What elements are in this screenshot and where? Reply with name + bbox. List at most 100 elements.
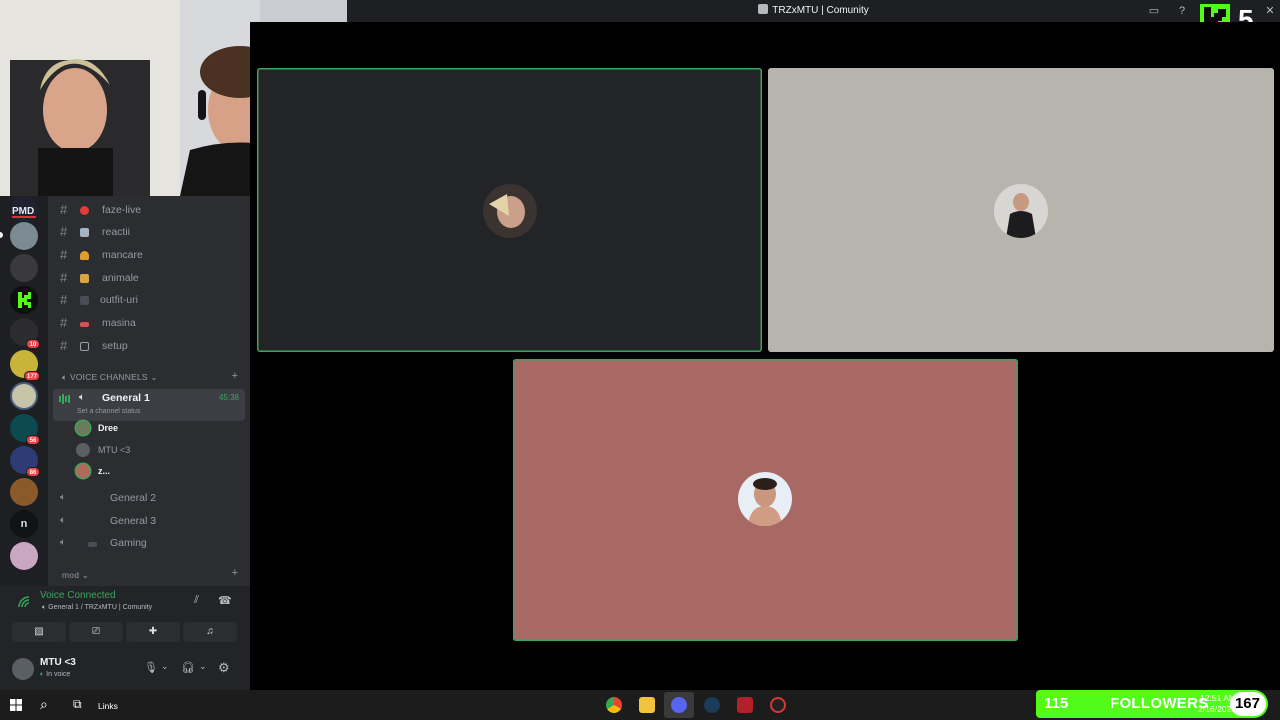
hash-icon: # <box>60 270 68 285</box>
channel-name: masina <box>102 317 136 329</box>
server-kick[interactable] <box>10 286 38 314</box>
server-icon <box>758 4 769 14</box>
discord-icon[interactable] <box>671 697 687 713</box>
voice-panel: Voice Connected 🔈︎ General 1 / TRZxMTU |… <box>0 586 250 690</box>
screen-share-button[interactable]: ⎚ <box>69 622 123 642</box>
channel-name: Gaming <box>110 537 147 549</box>
voice-connected-status[interactable]: Voice Connected <box>40 590 116 601</box>
username: MTU <3 <box>40 657 76 668</box>
server-3[interactable] <box>10 254 38 282</box>
channel-mancare[interactable]: # mancare <box>56 245 246 265</box>
clock-date: 2/16/2026 <box>1198 704 1236 714</box>
server-2[interactable] <box>10 222 38 250</box>
channel-list: # faze-live # reactii # mancare # animal… <box>48 196 250 586</box>
server-7[interactable] <box>10 382 38 410</box>
speaker-icon: 🔈︎ <box>42 604 47 611</box>
avatar <box>76 421 90 435</box>
channel-name: animale <box>102 272 139 284</box>
participant-tile[interactable] <box>768 68 1274 352</box>
obs-icon[interactable] <box>770 697 786 713</box>
server-10[interactable] <box>10 478 38 506</box>
add-channel-button[interactable]: + <box>232 567 238 579</box>
close-icon[interactable]: ✕ <box>1263 4 1277 18</box>
noise-suppression-icon[interactable]: ⫽ <box>194 594 199 607</box>
search-icon[interactable]: ⌕ <box>40 696 48 713</box>
speaking-bars-icon <box>59 394 70 404</box>
soundboard-button[interactable]: ♫ <box>183 622 237 642</box>
hash-icon: # <box>60 338 68 353</box>
camera-button[interactable]: ▨ <box>12 622 66 642</box>
voice-channel-general-3[interactable]: 🔈︎ General 3 <box>56 511 246 531</box>
activities-icon: ✚ <box>148 626 158 637</box>
headphones-icon[interactable]: 🎧︎ <box>181 661 195 674</box>
hash-icon: # <box>60 315 68 330</box>
channel-masina[interactable]: # masina <box>56 313 246 333</box>
voice-location-text: General 1 / TRZxMTU | Comunity <box>48 604 153 611</box>
task-view-icon[interactable]: ⧉ <box>73 697 82 712</box>
server-9[interactable]: 86 <box>10 446 40 477</box>
server-12[interactable] <box>10 542 38 570</box>
speaker-icon: 🔈︎ <box>62 372 68 382</box>
file-explorer-icon[interactable] <box>639 697 655 713</box>
add-channel-button[interactable]: + <box>232 370 238 382</box>
chevron-down-icon[interactable]: ⌄ <box>161 661 169 672</box>
channel-outfit-uri[interactable]: # outfit-uri <box>56 290 246 310</box>
shirt-icon <box>80 296 89 305</box>
voicemeeter-icon[interactable] <box>737 697 753 713</box>
voice-channel-gaming[interactable]: 🔈︎ Gaming <box>56 533 246 553</box>
disconnect-icon[interactable]: ☎ <box>218 594 232 607</box>
server-badge: 10 <box>26 339 40 349</box>
server-5[interactable]: 10 <box>10 318 40 349</box>
voice-channel-general-1[interactable]: 🔈︎ General 1 45:38 Set a channel status <box>53 389 245 421</box>
channel-animale[interactable]: # animale <box>56 268 246 288</box>
settings-gear-icon[interactable]: ⚙ <box>218 660 230 676</box>
title-bar: TRZxMTU | Comunity ▭ ? ✕ <box>347 0 1280 22</box>
speaker-icon: 🔈︎ <box>40 671 45 678</box>
participant-tile[interactable] <box>513 359 1018 641</box>
activities-button[interactable]: ✚ <box>126 622 180 642</box>
chevron-down-icon[interactable]: ⌄ <box>199 661 207 672</box>
unread-pill <box>0 232 3 238</box>
voice-location[interactable]: 🔈︎ General 1 / TRZxMTU | Comunity <box>42 604 152 612</box>
speaker-icon: 🔈︎ <box>60 492 66 503</box>
chevron-down-icon: ⌄ <box>150 372 158 382</box>
inbox-icon[interactable]: ▭ <box>1147 4 1161 18</box>
system-clock[interactable]: 12:51 AM 2/16/2026 <box>1196 693 1236 715</box>
participant-tile[interactable] <box>257 68 762 352</box>
channel-name: General 2 <box>110 492 157 504</box>
chrome-icon[interactable] <box>606 697 622 713</box>
avatar <box>76 443 90 457</box>
channel-faze-live[interactable]: # faze-live <box>56 200 246 220</box>
server-badge: 86 <box>26 467 40 477</box>
hash-icon: # <box>60 247 68 262</box>
channel-setup[interactable]: # setup <box>56 336 246 356</box>
server-badge: 177 <box>23 371 40 381</box>
channel-name: faze-live <box>102 204 142 216</box>
channel-name: General 1 <box>102 392 150 404</box>
call-timer: 45:38 <box>218 393 239 402</box>
server-8[interactable]: 56 <box>10 414 40 445</box>
mic-icon[interactable]: 🎙︎ <box>144 661 158 674</box>
channel-reactii[interactable]: # reactii <box>56 222 246 242</box>
channel-name: setup <box>102 340 128 352</box>
server-n[interactable]: n <box>10 510 38 538</box>
windows-start-icon[interactable] <box>10 699 22 711</box>
server-pmd[interactable]: PMD <box>10 196 38 224</box>
kick-server-icon <box>10 286 38 314</box>
steam-icon[interactable] <box>704 697 720 713</box>
dog-icon <box>80 274 89 283</box>
member-name: z... <box>98 466 111 476</box>
voice-category-header[interactable]: 🔈︎ VOICE CHANNELS ⌄ <box>62 372 158 383</box>
mod-category-header[interactable]: mod ⌄ <box>62 570 89 581</box>
links-toolbar[interactable]: Links <box>98 701 118 711</box>
voice-channel-general-2[interactable]: 🔈︎ General 2 <box>56 488 246 508</box>
camera-off-icon: ▨ <box>34 626 44 637</box>
monitor-icon <box>80 342 89 351</box>
avatar[interactable] <box>12 658 34 680</box>
speaker-icon: 🔈︎ <box>60 537 66 548</box>
channel-status-hint[interactable]: Set a channel status <box>77 408 140 415</box>
server-6[interactable]: 177 <box>10 350 40 381</box>
help-icon[interactable]: ? <box>1175 4 1189 18</box>
gamepad-icon <box>88 542 97 547</box>
